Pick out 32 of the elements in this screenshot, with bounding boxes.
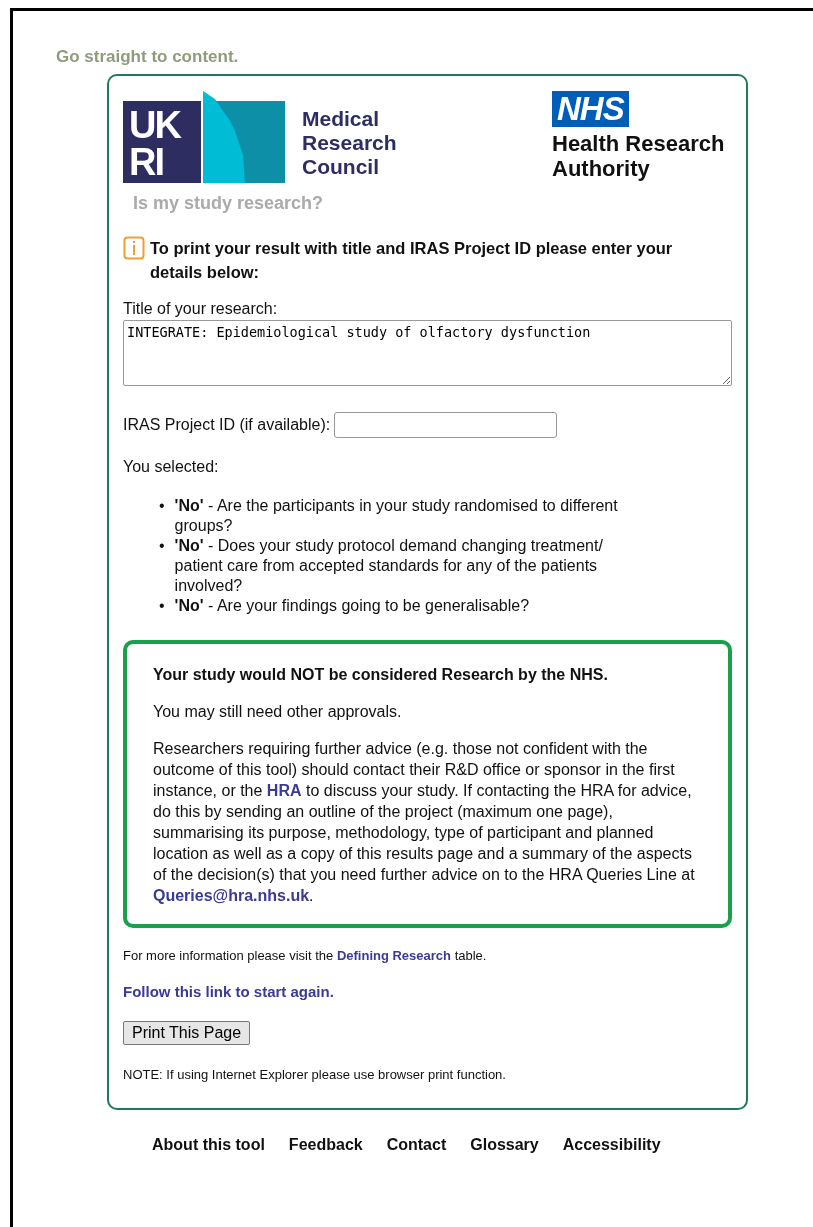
info-icon <box>123 236 145 260</box>
authority-name: Health Research Authority <box>552 131 725 181</box>
selected-answer: 'No' - Are the participants in your study randomised to different groups? <box>174 496 619 536</box>
bullet: • <box>159 536 165 556</box>
note-text: NOTE: If using Internet Explorer please use browser print function. <box>123 1067 507 1082</box>
more-info-text: For more information please visit the Defining Research table. <box>123 948 488 963</box>
footer-link[interactable]: Feedback <box>288 1136 363 1154</box>
text-link[interactable]: Defining Research <box>336 948 452 963</box>
result-paragraph: Researchers requiring further advice (e.g. those not confident with the outcome of this tool) should contact their R&D office or sponsor in the first instance, or the HRA to discuss your study. If contacting the HRA for advice, do this by sending an outline of the project (maximum one page), summarising its purpose, methodology, type of participant and planned location as well as a copy of this results page and a summary of the aspects of the decision(s) that you need further advice on to the HRA Queries Line at Queries@hra.nhs.uk. <box>153 739 696 906</box>
ukri-logo: UK RI <box>123 91 285 183</box>
nhs-badge: NHS <box>552 91 629 127</box>
selected-answer: 'No' - Are your findings going to be generalisable? <box>174 596 530 616</box>
selected-answer: 'No' - Does your study protocol demand changing treatment/ patient care from accepted standards for any of the patients involved? <box>174 536 604 596</box>
text-link[interactable]: HRA <box>266 782 302 799</box>
notice-text: To print your result with title and IRAS Project ID please enter your details below: <box>150 238 674 283</box>
result-heading: Your study would NOT be considered Research by the NHS. <box>153 665 609 685</box>
start-again-link[interactable]: Follow this link to start again. <box>123 983 334 1000</box>
bullet: • <box>159 496 165 516</box>
footer-link[interactable]: Accessibility <box>562 1136 661 1154</box>
field-label: Title of your research: <box>123 300 279 318</box>
footer-link[interactable]: About this tool <box>152 1136 265 1154</box>
title-field[interactable]: INTEGRATE: Epidemiological study of olfactory dysfunction <box>123 320 732 386</box>
field-label: IRAS Project ID (if available): <box>123 416 331 434</box>
print-button[interactable]: Print This Page <box>123 1021 251 1045</box>
iras-id-field[interactable] <box>334 412 558 438</box>
result-paragraph: You may still need other approvals. <box>153 702 403 722</box>
page-title: Is my study research? <box>133 193 325 214</box>
footer-link[interactable]: Glossary <box>470 1136 539 1154</box>
council-name: Medical Research Council <box>302 107 397 179</box>
bullet: • <box>159 596 165 616</box>
selected-heading: You selected: <box>123 458 220 476</box>
footer-link[interactable]: Contact <box>386 1136 447 1154</box>
